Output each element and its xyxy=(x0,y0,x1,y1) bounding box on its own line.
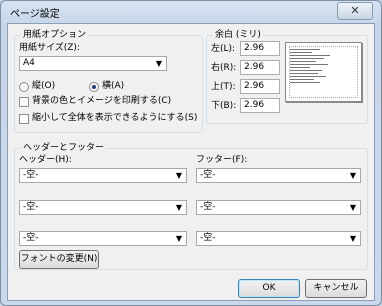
shrink-to-fit-checkbox[interactable] xyxy=(19,114,29,124)
page-preview xyxy=(285,42,362,102)
footer-label: フッター(F): xyxy=(196,155,248,165)
margin-top-label: 上(T): xyxy=(211,82,236,92)
footer-select-1-value: -空- xyxy=(200,170,216,180)
margin-bottom-input[interactable]: 2.96 xyxy=(240,98,280,113)
paper-size-value: A4 xyxy=(23,58,35,68)
close-button[interactable]: ✕ xyxy=(337,2,373,20)
header-select-3-value: -空- xyxy=(23,233,39,243)
chevron-down-icon: ▼ xyxy=(349,171,356,180)
footer-select-3-value: -空- xyxy=(200,233,216,243)
margin-right-value: 2.96 xyxy=(244,62,265,72)
dialog-body: 用紙オプション 用紙サイズ(Z): A4 ▼ 縦(O) 横(A) 背景の色とイメ… xyxy=(7,23,375,301)
print-background-label: 背景の色とイメージを印刷する(C) xyxy=(32,96,172,106)
landscape-label: 横(A) xyxy=(102,81,125,91)
header-select-2-value: -空- xyxy=(23,202,39,212)
footer-select-2[interactable]: -空- ▼ xyxy=(196,200,361,215)
chevron-down-icon: ▼ xyxy=(175,234,182,243)
margin-bottom-label: 下(B): xyxy=(211,101,237,111)
close-icon: ✕ xyxy=(350,4,360,17)
margin-top-input[interactable]: 2.96 xyxy=(240,79,280,94)
chevron-down-icon: ▼ xyxy=(349,234,356,243)
margin-bottom-value: 2.96 xyxy=(244,100,265,110)
header-footer-label: ヘッダーとフッター xyxy=(21,143,107,154)
header-select-1[interactable]: -空- ▼ xyxy=(19,168,187,183)
footer-select-3[interactable]: -空- ▼ xyxy=(196,231,361,246)
chevron-down-icon: ▼ xyxy=(155,59,162,68)
title-bar: ページ設定 ✕ xyxy=(1,1,381,23)
portrait-label: 縦(O) xyxy=(32,81,56,91)
paper-options-label: 用紙オプション xyxy=(21,30,89,41)
window-title: ページ設定 xyxy=(10,9,60,20)
margin-left-value: 2.96 xyxy=(244,43,265,53)
chevron-down-icon: ▼ xyxy=(349,203,356,212)
chevron-down-icon: ▼ xyxy=(175,203,182,212)
margin-left-input[interactable]: 2.96 xyxy=(240,41,280,56)
print-background-checkbox[interactable] xyxy=(19,97,29,107)
change-font-button[interactable]: フォントの変更(N) xyxy=(19,250,99,269)
header-select-2[interactable]: -空- ▼ xyxy=(19,200,187,215)
footer-select-2-value: -空- xyxy=(200,202,216,212)
chevron-down-icon: ▼ xyxy=(175,171,182,180)
margins-label: 余白 (ミリ) xyxy=(213,30,263,41)
margin-right-input[interactable]: 2.96 xyxy=(240,60,280,75)
page-setup-dialog: ページ設定 ✕ 用紙オプション 用紙サイズ(Z): A4 ▼ 縦(O) 横(A)… xyxy=(0,0,382,306)
shrink-to-fit-label: 縮小して全体を表示できるようにする(S) xyxy=(32,113,198,123)
margin-left-label: 左(L): xyxy=(211,44,236,54)
margin-top-value: 2.96 xyxy=(244,81,265,91)
margin-right-label: 右(R): xyxy=(211,63,237,73)
paper-size-label: 用紙サイズ(Z): xyxy=(19,43,80,53)
paper-size-select[interactable]: A4 ▼ xyxy=(19,56,167,71)
landscape-radio[interactable] xyxy=(89,82,99,92)
header-select-1-value: -空- xyxy=(23,170,39,180)
header-label: ヘッダー(H): xyxy=(19,155,72,165)
ok-button[interactable]: OK xyxy=(238,279,300,298)
header-select-3[interactable]: -空- ▼ xyxy=(19,231,187,246)
footer-select-1[interactable]: -空- ▼ xyxy=(196,168,361,183)
cancel-button[interactable]: キャンセル xyxy=(305,279,367,298)
portrait-radio[interactable] xyxy=(19,82,29,92)
preview-margin-guide xyxy=(289,46,358,98)
